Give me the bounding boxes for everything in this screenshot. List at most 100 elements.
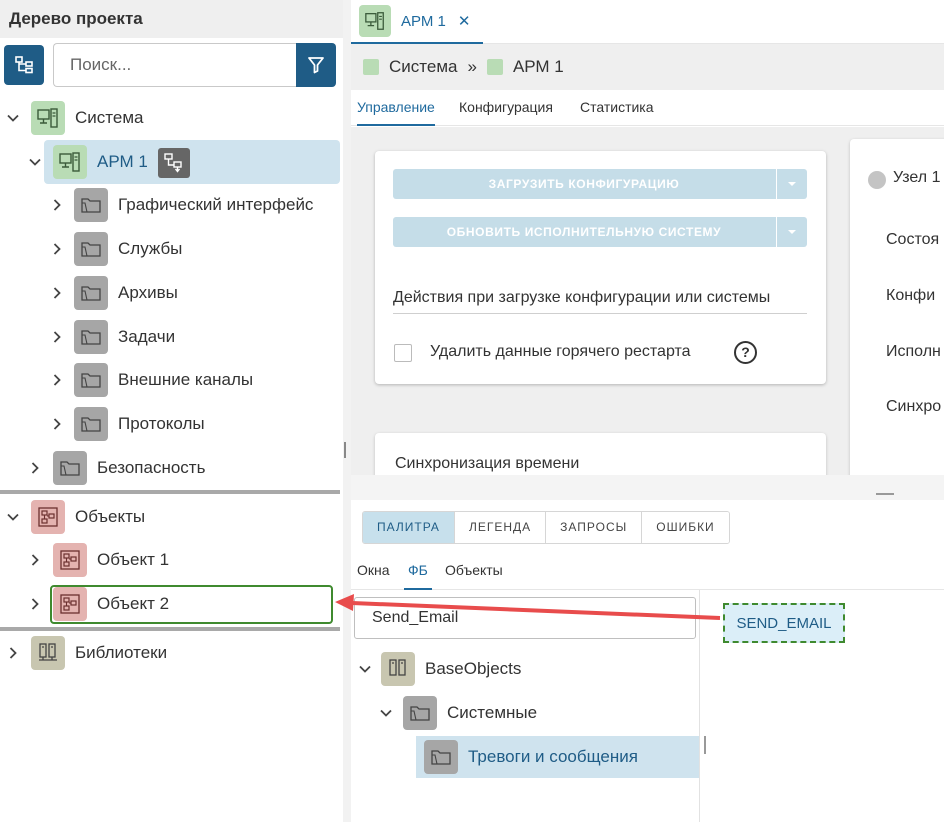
caret-down-icon — [788, 182, 796, 186]
system-square-icon — [363, 59, 379, 75]
tree-item-libraries[interactable]: Библиотеки — [3, 631, 167, 675]
chevron-right-icon[interactable] — [25, 458, 45, 478]
tab-management[interactable]: Управление — [357, 90, 435, 126]
chevron-down-icon[interactable] — [355, 659, 375, 679]
segment-errors[interactable]: ОШИБКИ — [642, 512, 729, 543]
node-label: Узел 1 — [893, 169, 941, 186]
palette-tree-system[interactable]: Системные — [376, 691, 537, 735]
library-icon — [31, 636, 65, 670]
management-content: ЗАГРУЗИТЬ КОНФИГУРАЦИЮ ОБНОВИТЬ ИСПОЛНИТ… — [351, 127, 944, 475]
tab-label: АРМ 1 — [401, 12, 446, 30]
configuration-actions-card: ЗАГРУЗИТЬ КОНФИГУРАЦИЮ ОБНОВИТЬ ИСПОЛНИТ… — [375, 151, 826, 384]
object-icon — [53, 587, 87, 621]
project-tree-header: Дерево проекта — [0, 0, 343, 38]
tab-objects[interactable]: Объекты — [445, 554, 503, 590]
tree-item-services[interactable]: Службы — [47, 227, 182, 271]
update-system-dropdown[interactable] — [776, 217, 807, 247]
node-state-label: Состоя — [886, 231, 940, 248]
tree-item-label: Службы — [118, 239, 183, 258]
tree-item-object1[interactable]: Объект 1 — [25, 538, 169, 582]
help-icon[interactable]: ? — [734, 341, 757, 364]
tree-item-label: Безопасность — [97, 458, 206, 477]
folder-icon — [74, 407, 108, 441]
filter-button[interactable] — [296, 43, 336, 87]
tab-windows[interactable]: Окна — [357, 554, 390, 590]
segment-queries[interactable]: ЗАПРОСЫ — [546, 512, 643, 543]
system-icon — [31, 101, 65, 135]
tree-search-input[interactable] — [53, 43, 296, 87]
send-email-block[interactable]: SEND_EMAIL — [723, 603, 845, 643]
delete-hot-restart-checkbox[interactable] — [394, 344, 412, 362]
breadcrumb-separator: » — [467, 57, 477, 76]
folder-icon — [53, 451, 87, 485]
chevron-right-icon[interactable] — [47, 283, 67, 303]
tab-statistics[interactable]: Статистика — [580, 90, 654, 126]
palette-search-input[interactable] — [354, 597, 696, 639]
tree-item-protocols[interactable]: Протоколы — [47, 402, 205, 446]
tree-item-sistema[interactable]: Система — [3, 96, 143, 140]
chevron-right-icon[interactable] — [47, 239, 67, 259]
chevron-right-icon[interactable] — [25, 550, 45, 570]
chevron-right-icon[interactable] — [3, 643, 23, 663]
tab-arm1[interactable]: АРМ 1 ✕ — [351, 0, 483, 44]
tab-configuration[interactable]: Конфигурация — [459, 90, 553, 126]
tab-fb[interactable]: ФБ — [404, 554, 432, 590]
tree-item-label: Объекты — [75, 507, 146, 526]
folder-icon — [403, 696, 437, 730]
chevron-right-icon[interactable] — [47, 370, 67, 390]
tree-item-label: BaseObjects — [425, 659, 522, 678]
tree-item-security[interactable]: Безопасность — [25, 446, 205, 490]
tree-item-tasks[interactable]: Задачи — [47, 315, 175, 359]
horizontal-splitter[interactable] — [351, 475, 944, 500]
segment-palette[interactable]: ПАЛИТРА — [363, 512, 455, 543]
chevron-down-icon[interactable] — [3, 108, 23, 128]
subtab-bar: Управление Конфигурация Статистика — [351, 90, 944, 126]
tree-item-label: Библиотеки — [75, 643, 168, 662]
node-config-label: Конфи — [886, 287, 936, 304]
folder-icon — [424, 740, 458, 774]
close-icon[interactable]: ✕ — [458, 12, 471, 30]
node-exec-label: Исполн — [886, 343, 941, 360]
tree-item-archives[interactable]: Архивы — [47, 271, 178, 315]
breadcrumb-item-arm1[interactable]: АРМ 1 — [513, 57, 564, 77]
load-config-button[interactable]: ЗАГРУЗИТЬ КОНФИГУРАЦИЮ — [393, 169, 775, 199]
chevron-down-icon[interactable] — [3, 507, 23, 527]
splitter-grip[interactable] — [876, 493, 894, 495]
folder-icon — [74, 320, 108, 354]
tree-item-object2[interactable]: Объект 2 — [25, 582, 169, 626]
deploy-icon — [164, 153, 182, 173]
palette-segment-control: ПАЛИТРА ЛЕГЕНДА ЗАПРОСЫ ОШИБКИ — [362, 511, 730, 544]
splitter-grip[interactable] — [344, 442, 346, 458]
tree-view-button[interactable] — [4, 45, 44, 85]
tree-item-external-channels[interactable]: Внешние каналы — [47, 358, 253, 402]
chevron-down-icon[interactable] — [25, 152, 45, 172]
vertical-splitter[interactable] — [343, 0, 351, 822]
update-system-button[interactable]: ОБНОВИТЬ ИСПОЛНИТЕЛЬНУЮ СИСТЕМУ — [393, 217, 775, 247]
tree-item-arm1[interactable]: АРМ 1 — [25, 140, 148, 184]
node-status-indicator — [868, 171, 886, 189]
chevron-right-icon[interactable] — [47, 327, 67, 347]
chevron-right-icon[interactable] — [47, 195, 67, 215]
tree-item-objects[interactable]: Объекты — [3, 495, 145, 539]
tree-item-gui[interactable]: Графический интерфейс — [47, 183, 313, 227]
update-system-button-group: ОБНОВИТЬ ИСПОЛНИТЕЛЬНУЮ СИСТЕМУ — [393, 217, 807, 247]
load-config-dropdown[interactable] — [776, 169, 807, 199]
node-sync-label: Синхро — [886, 398, 942, 415]
chevron-down-icon[interactable] — [376, 703, 396, 723]
chevron-right-icon[interactable] — [25, 594, 45, 614]
palette-tree-baseobjects[interactable]: BaseObjects — [355, 647, 521, 691]
chevron-right-icon[interactable] — [47, 414, 67, 434]
project-tree-panel: Дерево проекта Система АРМ 1 — [0, 0, 343, 822]
section-divider[interactable] — [0, 490, 340, 494]
tree-item-label: Протоколы — [118, 414, 205, 433]
load-actions-label: Действия при загрузке конфигурации или с… — [393, 289, 807, 314]
workstation-square-icon — [486, 59, 503, 75]
node-status-card: Узел 1 Состоя Конфи Исполн Синхро — [850, 139, 944, 475]
palette-tree-alarms[interactable]: Тревоги и сообщения — [424, 735, 638, 779]
tree-item-label: АРМ 1 — [97, 152, 148, 171]
splitter-grip[interactable] — [704, 736, 706, 754]
deploy-action-button[interactable] — [158, 148, 190, 178]
segment-legend[interactable]: ЛЕГЕНДА — [454, 512, 547, 543]
tree-item-label: Задачи — [118, 327, 176, 346]
breadcrumb-item-sistema[interactable]: Система — [389, 57, 457, 77]
